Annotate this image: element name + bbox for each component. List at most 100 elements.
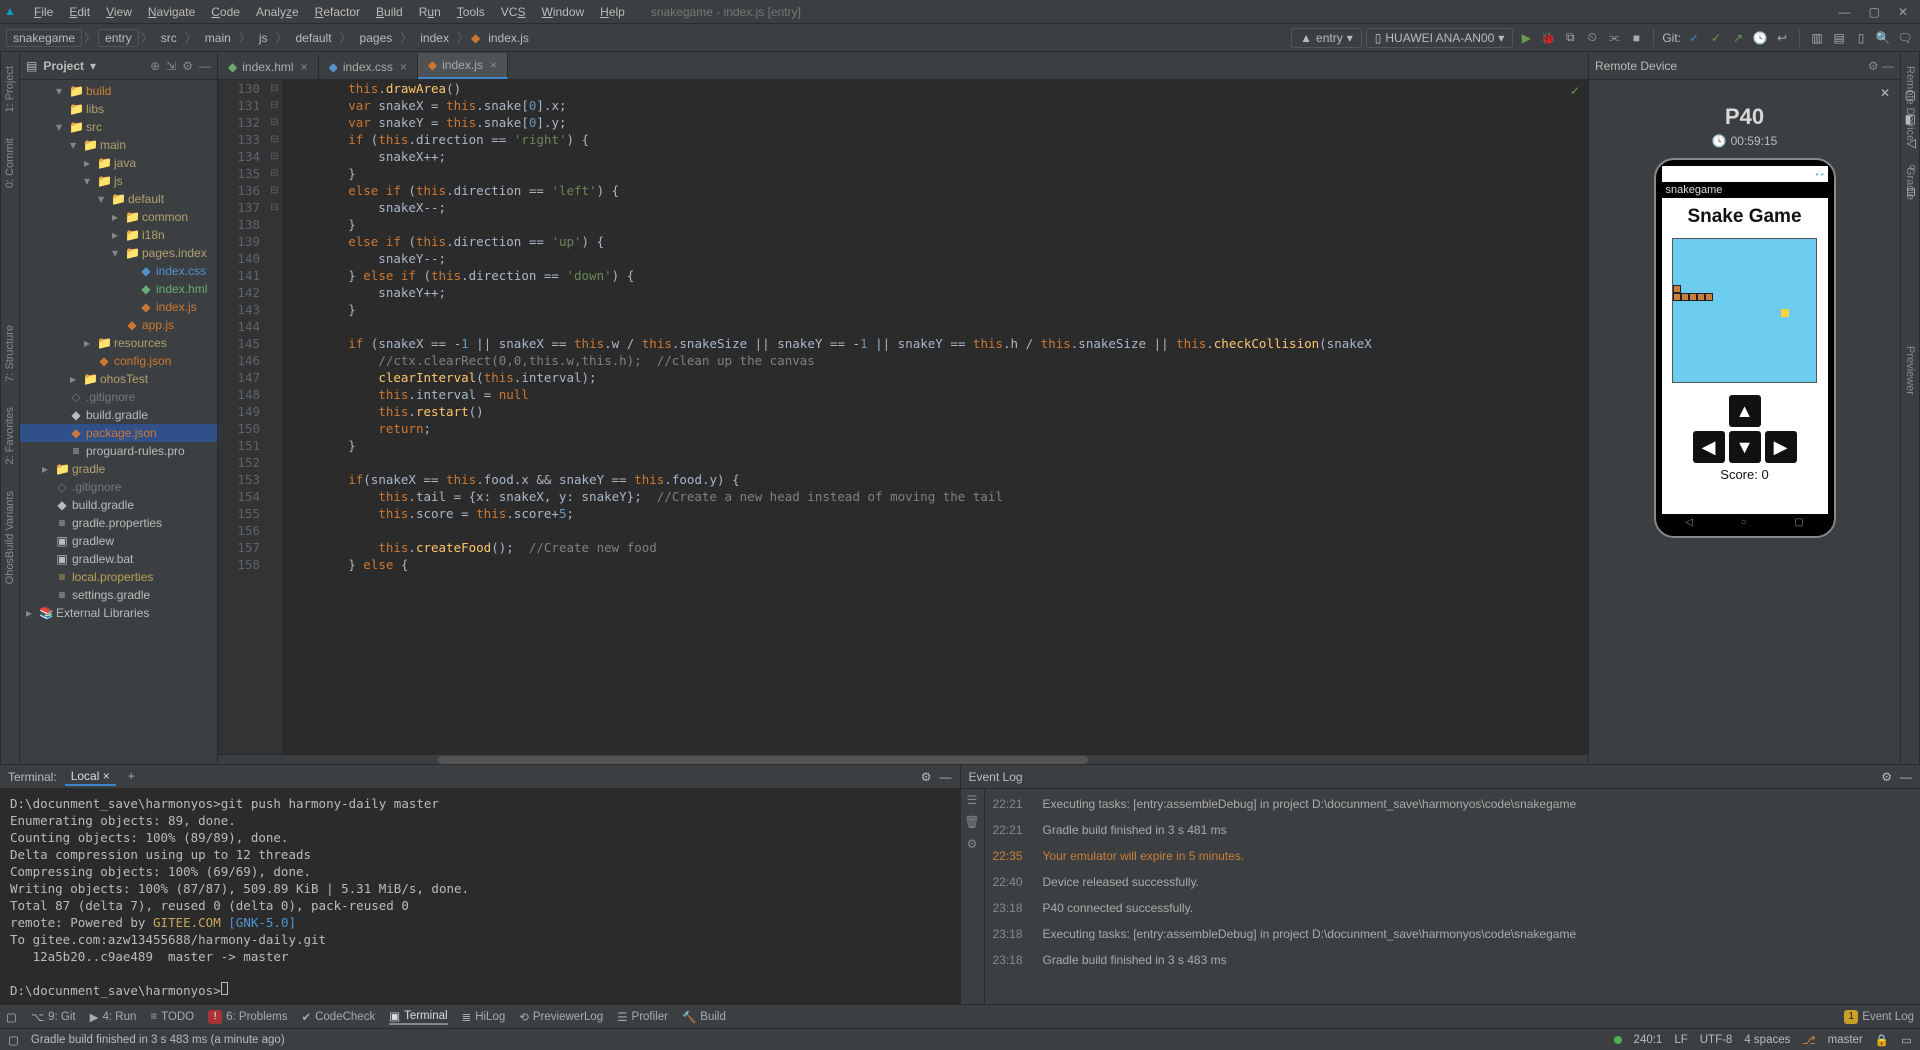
git-update-icon[interactable]: ✓ [1685, 29, 1703, 47]
git-commit-icon[interactable]: ✓ [1707, 29, 1725, 47]
left-tab-favorites[interactable]: 2: Favorites [4, 401, 16, 470]
cursor-position[interactable]: 240:1 [1634, 1034, 1663, 1046]
tool-build[interactable]: 🔨Build [682, 1009, 726, 1025]
crumb-3[interactable]: main [199, 30, 237, 46]
gear-icon[interactable]: ⚙ [1868, 59, 1879, 73]
tree-item[interactable]: ◇.gitignore [20, 388, 217, 406]
tree-item[interactable]: ≡local.properties [20, 568, 217, 586]
event-row[interactable]: 23:18Gradle build finished in 3 s 483 ms [993, 947, 1913, 973]
tree-item[interactable]: ◆index.hml [20, 280, 217, 298]
maximize-icon[interactable]: ▢ [1869, 5, 1880, 19]
crumb-7[interactable]: index [414, 30, 455, 46]
indent[interactable]: 4 spaces [1744, 1034, 1790, 1046]
terminal-tab-add[interactable]: + [122, 768, 141, 786]
tree-item[interactable]: ≡gradle.properties [20, 514, 217, 532]
lock-icon[interactable]: 🔒 [1875, 1033, 1889, 1047]
git-rollback-icon[interactable]: ↩ [1773, 29, 1791, 47]
crumb-5[interactable]: default [290, 30, 338, 46]
tree-item[interactable]: ◆index.js [20, 298, 217, 316]
coverage-icon[interactable]: ⧉ [1561, 29, 1579, 47]
tree-item[interactable]: ▣gradlew.bat [20, 550, 217, 568]
menu-edit[interactable]: Edit [61, 5, 98, 19]
run-config-combo[interactable]: ▲ entry ▾ [1291, 28, 1362, 48]
event-row[interactable]: 22:21Gradle build finished in 3 s 481 ms [993, 817, 1913, 843]
debug-icon[interactable]: 🐞 [1539, 29, 1557, 47]
crumb-4[interactable]: js [253, 30, 274, 46]
tool-codecheck[interactable]: ✔CodeCheck [301, 1009, 375, 1025]
right-tab-preview[interactable]: Previewer [1904, 340, 1916, 401]
hide-icon[interactable]: — [1900, 770, 1912, 784]
tool-todo[interactable]: ≡TODO [150, 1009, 194, 1025]
tool-terminal[interactable]: ▣Terminal [389, 1009, 447, 1025]
git-history-icon[interactable]: 🕓 [1751, 29, 1769, 47]
crumb-2[interactable]: src [155, 30, 183, 46]
dpad-down[interactable]: ▼ [1729, 431, 1761, 463]
tree-item[interactable]: ▸📚External Libraries [20, 604, 217, 622]
notify-icon[interactable]: 🗨 [1896, 29, 1914, 47]
tool-profiler[interactable]: ☰Profiler [617, 1009, 668, 1025]
tool-icon-2[interactable]: ▤ [1830, 29, 1848, 47]
tree-item[interactable]: ◆index.css [20, 262, 217, 280]
menu-build[interactable]: Build [368, 5, 411, 19]
menu-run[interactable]: Run [411, 5, 449, 19]
expand-icon[interactable]: ⇲ [166, 59, 176, 73]
tree-item[interactable]: ◆package.json [20, 424, 217, 442]
device-combo[interactable]: ▯ HUAWEI ANA-AN00 ▾ [1366, 28, 1514, 48]
tab-index-js[interactable]: ◆index.js× [418, 53, 508, 79]
recent-icon[interactable]: ◻ [1906, 184, 1916, 198]
mem-icon[interactable]: ▭ [1901, 1033, 1912, 1047]
crumb-0[interactable]: snakegame [6, 29, 82, 47]
tool-hilog[interactable]: ≣HiLog [462, 1009, 506, 1025]
home-icon[interactable]: ○ [1909, 160, 1916, 174]
profile-icon[interactable]: ⏲ [1583, 29, 1601, 47]
project-view-dropdown[interactable]: ▾ [90, 59, 96, 73]
git-branch[interactable]: master [1828, 1034, 1863, 1046]
tool-run[interactable]: ▶4: Run [90, 1009, 137, 1025]
menu-window[interactable]: Window [533, 5, 592, 19]
close-icon[interactable]: × [301, 60, 308, 74]
menu-vcs[interactable]: VCS [493, 5, 534, 19]
event-row[interactable]: 22:40Device released successfully. [993, 869, 1913, 895]
tree-item[interactable]: ◆app.js [20, 316, 217, 334]
event-row[interactable]: 22:35Your emulator will expire in 5 minu… [993, 843, 1913, 869]
editor-scrollbar[interactable] [218, 754, 1588, 764]
menu-view[interactable]: View [98, 5, 140, 19]
game-board[interactable] [1672, 238, 1817, 383]
left-tab-ohos[interactable]: OhosBuild Variants [4, 485, 16, 590]
line-sep[interactable]: LF [1674, 1034, 1687, 1046]
event-row[interactable]: 22:21Executing tasks: [entry:assembleDeb… [993, 791, 1913, 817]
tree-item[interactable]: ▣gradlew [20, 532, 217, 550]
tab-index-css[interactable]: ◆index.css× [319, 55, 418, 79]
crumb-8[interactable]: index.js [482, 30, 535, 46]
tree-item[interactable]: ▸📁resources [20, 334, 217, 352]
stop-icon[interactable]: ■ [1627, 29, 1645, 47]
gear-icon[interactable]: ⚙ [182, 59, 193, 73]
hide-icon[interactable]: — [940, 770, 952, 784]
close-icon[interactable]: × [400, 60, 407, 74]
tab-index-hml[interactable]: ◆index.hml× [218, 55, 319, 79]
menu-help[interactable]: Help [592, 5, 633, 19]
locate-icon[interactable]: ⊕ [150, 59, 160, 73]
tree-item[interactable]: ▸📁i18n [20, 226, 217, 244]
hide-icon[interactable]: — [1882, 59, 1894, 73]
tree-item[interactable]: ▾📁pages.index [20, 244, 217, 262]
tree-item[interactable]: ≡proguard-rules.pro [20, 442, 217, 460]
settings-icon[interactable]: ⚙ [967, 837, 978, 851]
close-icon[interactable]: ✕ [1898, 5, 1908, 19]
close-icon[interactable]: × [490, 58, 497, 72]
tree-item[interactable]: ▸📁common [20, 208, 217, 226]
event-row[interactable]: 23:18P40 connected successfully. [993, 895, 1913, 921]
menu-navigate[interactable]: Navigate [140, 5, 203, 19]
clear-icon[interactable]: 🗑 [964, 815, 979, 829]
phone-navbar[interactable]: ◁○▢ [1662, 514, 1828, 530]
menu-file[interactable]: File [26, 5, 61, 19]
toolstrip-toggle[interactable]: ▢ [6, 1010, 17, 1024]
menu-tools[interactable]: Tools [449, 5, 493, 19]
crumb-1[interactable]: entry [98, 29, 139, 47]
event-log-body[interactable]: 22:21Executing tasks: [entry:assembleDeb… [985, 789, 1920, 1004]
attach-icon[interactable]: ⫘ [1605, 29, 1623, 47]
minimize-icon[interactable]: — [1839, 5, 1851, 19]
encoding[interactable]: UTF-8 [1700, 1034, 1733, 1046]
gear-icon[interactable]: ⚙ [1881, 770, 1892, 784]
tree-item[interactable]: ◆build.gradle [20, 496, 217, 514]
